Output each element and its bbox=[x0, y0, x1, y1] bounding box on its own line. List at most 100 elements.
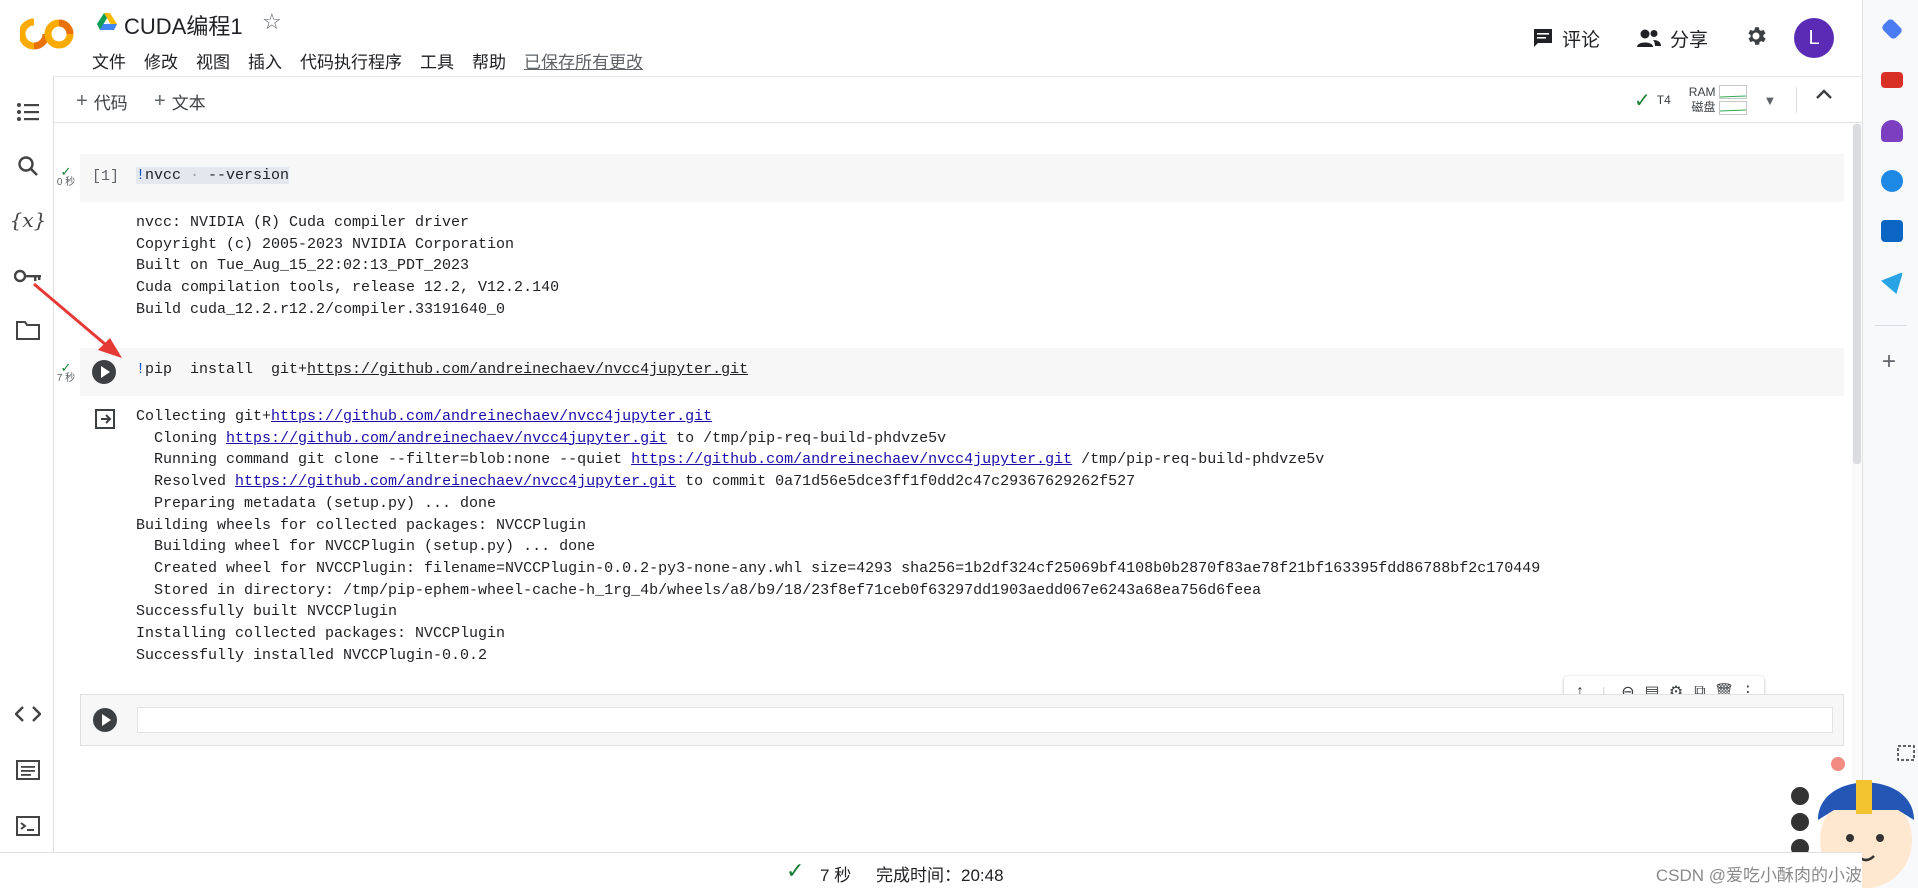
code-editor[interactable]: !nvcc · --version bbox=[136, 167, 290, 184]
ram-label: RAM bbox=[1688, 85, 1716, 99]
run-cell-button[interactable] bbox=[93, 708, 117, 732]
star-icon[interactable]: ☆ bbox=[262, 10, 282, 34]
code-editor[interactable]: !pip install git+https://github.com/andr… bbox=[136, 361, 748, 378]
output-line: Built on Tue_Aug_15_22:02:13_PDT_2023 bbox=[136, 257, 470, 275]
output-line: nvcc: NVIDIA (R) Cuda compiler driver bbox=[136, 214, 470, 231]
output-line: Running command git clone --filter=blob:… bbox=[136, 449, 1540, 471]
code-command: nvcc bbox=[145, 167, 182, 184]
output-line: Installing collected packages: NVCCPlugi… bbox=[136, 625, 506, 643]
code-url[interactable]: https://github.com/andreinechaev/nvcc4ju… bbox=[307, 361, 748, 378]
table-of-contents-icon[interactable] bbox=[14, 98, 42, 126]
menu-runtime[interactable]: 代码执行程序 bbox=[300, 46, 411, 75]
copilot-icon[interactable] bbox=[1881, 170, 1903, 192]
chevron-down-icon[interactable]: ▼ bbox=[1763, 93, 1776, 108]
output-line: Resolved https://github.com/andreinechae… bbox=[136, 471, 1540, 493]
notebook-toolbar: + 代码 + 文本 ✓ T4 RAM 磁盘 ▼ bbox=[54, 76, 1862, 123]
menubar: 文件 修改 视图 插入 代码执行程序 工具 帮助 已保存所有更改 bbox=[92, 46, 661, 75]
share-label: 分享 bbox=[1669, 29, 1708, 51]
code-cell[interactable]: !pip install git+https://github.com/andr… bbox=[80, 348, 1844, 396]
resource-bars bbox=[1719, 84, 1748, 116]
shell-bang: ! bbox=[136, 361, 146, 378]
exec-duration: 7 秒 bbox=[820, 866, 852, 885]
code-editor[interactable] bbox=[137, 707, 1833, 733]
output-line: Successfully built NVCCPlugin bbox=[136, 603, 398, 621]
add-code-label: 代码 bbox=[93, 94, 128, 113]
check-icon: ✓ bbox=[786, 858, 805, 883]
menu-insert[interactable]: 插入 bbox=[248, 46, 291, 75]
shell-bang: ! bbox=[136, 167, 146, 184]
code-cell[interactable]: [1] !nvcc · --version bbox=[80, 154, 1844, 202]
terminal-icon[interactable] bbox=[14, 812, 42, 840]
output-text: Resolved bbox=[136, 473, 236, 491]
runtime-resources[interactable]: ✓ T4 RAM 磁盘 ▼ bbox=[1634, 83, 1776, 117]
runtime-gpu: T4 bbox=[1656, 93, 1671, 107]
chevron-up-icon[interactable] bbox=[1814, 85, 1834, 110]
menu-help[interactable]: 帮助 bbox=[472, 46, 515, 75]
disk-label: 磁盘 bbox=[1691, 100, 1716, 114]
left-sidebar: {x} bbox=[0, 76, 54, 852]
output-line: Collecting git+https://github.com/andrei… bbox=[136, 406, 1540, 428]
comment-icon bbox=[1533, 29, 1552, 47]
header: CUDA编程1 ☆ 文件 修改 视图 插入 代码执行程序 工具 帮助 已保存所有… bbox=[0, 0, 1862, 76]
empty-code-cell[interactable] bbox=[80, 694, 1844, 746]
output-line: Building wheel for NVCCPlugin (setup.py)… bbox=[136, 538, 596, 556]
plus-icon[interactable]: + bbox=[1882, 348, 1896, 376]
menu-view[interactable]: 视图 bbox=[196, 46, 239, 75]
code-command: pip install git+ bbox=[145, 361, 308, 378]
output-link[interactable]: https://github.com/andreinechaev/nvcc4ju… bbox=[631, 451, 1072, 468]
output-link[interactable]: https://github.com/andreinechaev/nvcc4ju… bbox=[271, 408, 712, 425]
chess-icon[interactable] bbox=[1881, 120, 1903, 142]
add-text-button[interactable]: + 文本 bbox=[154, 89, 206, 114]
output-line: Created wheel for NVCCPlugin: filename=N… bbox=[136, 559, 1541, 577]
output-line: Stored in directory: /tmp/pip-ephem-whee… bbox=[136, 581, 1262, 599]
output-link[interactable]: https://github.com/andreinechaev/nvcc4ju… bbox=[226, 430, 667, 447]
search-icon[interactable] bbox=[14, 152, 42, 180]
resource-labels: RAM 磁盘 bbox=[1689, 85, 1716, 115]
people-icon bbox=[1636, 29, 1661, 47]
check-icon: ✓ bbox=[1634, 89, 1651, 112]
menu-tools[interactable]: 工具 bbox=[420, 46, 463, 75]
share-button[interactable]: 分享 bbox=[1636, 25, 1708, 52]
toolbar-divider bbox=[1796, 87, 1797, 113]
colab-logo[interactable] bbox=[20, 18, 74, 50]
clear-output-icon[interactable] bbox=[94, 408, 116, 430]
outlook-icon[interactable] bbox=[1881, 220, 1903, 242]
notebook-title[interactable]: CUDA编程1 bbox=[124, 9, 243, 41]
command-palette-icon[interactable] bbox=[14, 756, 42, 784]
run-cell-button[interactable] bbox=[92, 360, 116, 384]
menu-file[interactable]: 文件 bbox=[92, 46, 135, 75]
cell-status: ✓ 0 秒 bbox=[56, 165, 76, 188]
sidebar-divider bbox=[1875, 325, 1907, 326]
scrollbar-thumb[interactable] bbox=[1853, 124, 1861, 464]
menu-edit[interactable]: 修改 bbox=[144, 46, 187, 75]
variables-icon[interactable]: {x} bbox=[10, 206, 47, 234]
disk-bar bbox=[1719, 101, 1748, 115]
code-args: --version bbox=[208, 167, 290, 184]
output-line: Building wheels for collected packages: … bbox=[136, 516, 587, 534]
output-text: to commit 0a71d56e5dce3ff1f0dd2c47c29367… bbox=[676, 473, 1136, 491]
output-text: Running command git clone --filter=blob:… bbox=[136, 451, 632, 469]
comment-label: 评论 bbox=[1561, 29, 1600, 51]
tag-icon[interactable] bbox=[1880, 17, 1904, 41]
send-icon[interactable] bbox=[1881, 272, 1903, 294]
output-line: Successfully installed NVCCPlugin-0.0.2 bbox=[136, 646, 488, 664]
red-arrow-annotation bbox=[33, 282, 122, 358]
watermark: CSDN @爱吃小酥肉的小波 bbox=[1655, 866, 1862, 885]
settings-button[interactable] bbox=[1744, 24, 1768, 53]
briefcase-icon[interactable] bbox=[1881, 72, 1903, 88]
gear-icon bbox=[1748, 26, 1766, 45]
output-line: Cloning https://github.com/andreinechaev… bbox=[136, 428, 1540, 450]
output-text: Collecting git+ bbox=[136, 408, 272, 425]
colab-window: CUDA编程1 ☆ 文件 修改 视图 插入 代码执行程序 工具 帮助 已保存所有… bbox=[0, 0, 1918, 888]
cell-exec-time: 7 秒 bbox=[56, 373, 76, 384]
comment-button[interactable]: 评论 bbox=[1532, 25, 1600, 52]
output-line: Copyright (c) 2005-2023 NVIDIA Corporati… bbox=[136, 235, 515, 253]
ram-bar bbox=[1719, 85, 1748, 99]
output-text: /tmp/pip-req-build-phdvze5v bbox=[1072, 451, 1325, 469]
avatar[interactable]: L bbox=[1794, 18, 1834, 58]
code-snippets-icon[interactable] bbox=[14, 700, 42, 728]
add-code-button[interactable]: + 代码 bbox=[76, 89, 128, 114]
saved-status[interactable]: 已保存所有更改 bbox=[524, 46, 652, 75]
output-link[interactable]: https://github.com/andreinechaev/nvcc4ju… bbox=[235, 473, 676, 490]
drive-icon[interactable] bbox=[97, 13, 117, 30]
